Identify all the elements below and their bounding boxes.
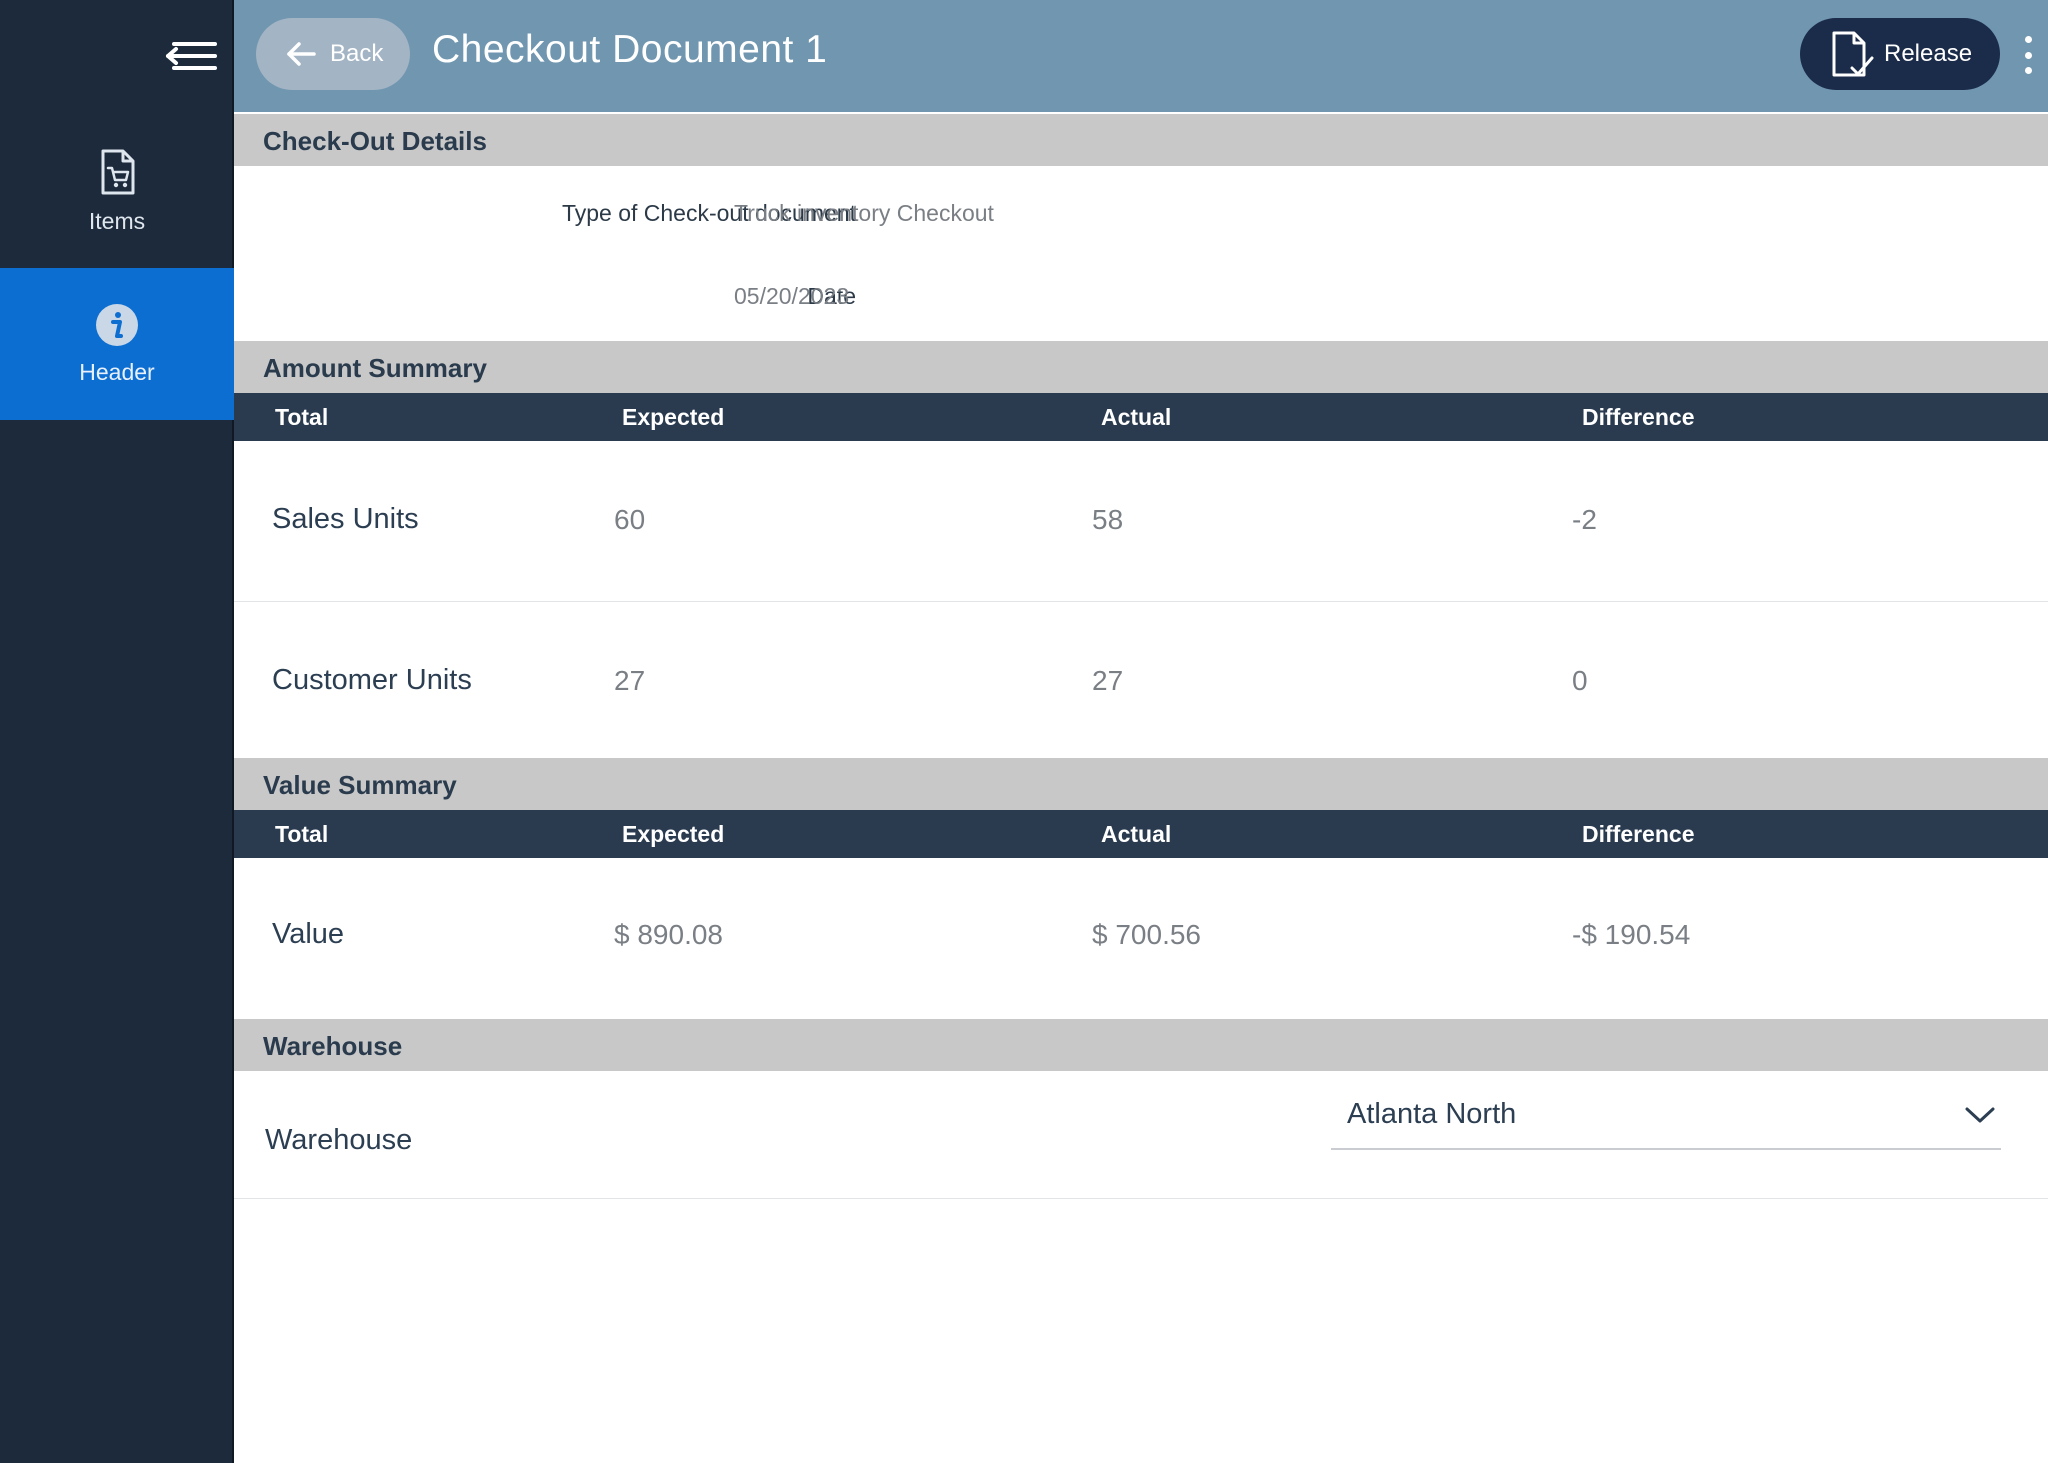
expected-value: 60 bbox=[614, 504, 646, 535]
more-options-button[interactable] bbox=[2016, 30, 2040, 80]
warehouse-select[interactable]: Atlanta North bbox=[1331, 1092, 2001, 1150]
section-title: Value Summary bbox=[263, 770, 457, 800]
column-header-difference: Difference bbox=[1582, 821, 1695, 847]
collapse-menu-button[interactable] bbox=[160, 36, 220, 76]
back-button[interactable]: Back bbox=[256, 18, 410, 90]
column-header-total: Total bbox=[275, 821, 329, 847]
difference-value: -2 bbox=[1572, 504, 1597, 535]
release-button[interactable]: Release bbox=[1800, 18, 2000, 90]
row-label: Sales Units bbox=[272, 503, 419, 535]
section-title: Amount Summary bbox=[263, 353, 487, 383]
checkout-details-section-header: Check-Out Details bbox=[234, 114, 2048, 166]
checkout-type-value: Truck inventory Checkout bbox=[734, 200, 994, 226]
page-title: Checkout Document 1 bbox=[432, 28, 828, 71]
amount-summary-table-header: Total Expected Actual Difference bbox=[234, 393, 2048, 441]
top-bar: Back Checkout Document 1 Release bbox=[234, 0, 2048, 112]
table-row: Value $ 890.08 $ 700.56 -$ 190.54 bbox=[234, 858, 2048, 1020]
table-row: Sales Units 60 58 -2 bbox=[234, 441, 2048, 602]
column-header-difference: Difference bbox=[1582, 404, 1695, 430]
warehouse-field-label: Warehouse bbox=[265, 1124, 413, 1156]
warehouse-section-header: Warehouse bbox=[234, 1019, 2048, 1071]
column-header-actual: Actual bbox=[1101, 821, 1172, 847]
more-vertical-icon bbox=[2024, 67, 2032, 74]
value-summary-section-header: Value Summary bbox=[234, 758, 2048, 810]
back-button-label: Back bbox=[330, 40, 384, 67]
table-row: Customer Units 27 27 0 bbox=[234, 602, 2048, 760]
main-content: Check-Out Details Type of Check-out docu… bbox=[234, 112, 2048, 1463]
expected-value: $ 890.08 bbox=[614, 919, 723, 950]
row-label: Value bbox=[272, 918, 345, 950]
column-header-expected: Expected bbox=[622, 404, 725, 430]
app-root: Items Header Back Checkout Document 1 Re… bbox=[0, 0, 2048, 1463]
row-label: Customer Units bbox=[272, 664, 472, 696]
info-icon bbox=[96, 303, 138, 346]
more-vertical-icon bbox=[2024, 51, 2032, 59]
difference-value: 0 bbox=[1572, 665, 1588, 696]
collapse-menu-icon bbox=[166, 42, 217, 70]
sidebar: Items Header bbox=[0, 0, 234, 1463]
arrow-left-icon bbox=[287, 42, 316, 66]
value-summary-table-header: Total Expected Actual Difference bbox=[234, 810, 2048, 858]
sidebar-item-header[interactable]: Header bbox=[0, 268, 234, 420]
column-header-actual: Actual bbox=[1101, 404, 1172, 430]
warehouse-selected-value: Atlanta North bbox=[1347, 1098, 1517, 1130]
actual-value: 27 bbox=[1092, 665, 1124, 696]
column-header-total: Total bbox=[275, 404, 329, 430]
sidebar-item-items[interactable]: Items bbox=[0, 115, 234, 267]
document-check-icon bbox=[1832, 31, 1874, 77]
expected-value: 27 bbox=[614, 665, 646, 696]
date-value: 05/20/2023 bbox=[734, 283, 850, 309]
difference-value: -$ 190.54 bbox=[1572, 919, 1691, 950]
section-title: Warehouse bbox=[263, 1031, 403, 1061]
chevron-down-icon bbox=[1965, 1107, 1995, 1123]
more-vertical-icon bbox=[2024, 36, 2032, 43]
sidebar-item-label: Items bbox=[88, 207, 146, 234]
amount-summary-section-header: Amount Summary bbox=[234, 341, 2048, 393]
section-title: Check-Out Details bbox=[263, 126, 487, 156]
actual-value: $ 700.56 bbox=[1092, 919, 1201, 950]
cart-document-icon bbox=[101, 149, 135, 194]
actual-value: 58 bbox=[1092, 504, 1124, 535]
release-button-label: Release bbox=[1884, 40, 1973, 67]
column-header-expected: Expected bbox=[622, 821, 725, 847]
sidebar-item-label: Header bbox=[79, 358, 155, 385]
